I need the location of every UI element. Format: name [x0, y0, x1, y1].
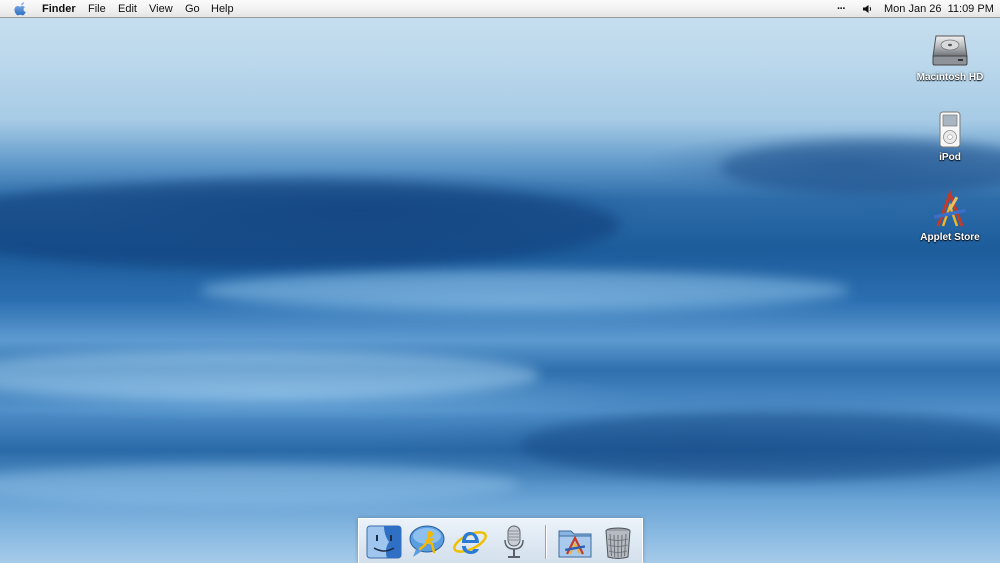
menu-clock[interactable]: Mon Jan 26 11:09 PM: [884, 2, 994, 16]
desktop-icon-applet-store[interactable]: Applet Store: [905, 189, 995, 243]
desktop-icon-label: iPod: [939, 152, 961, 163]
desktop-icon-label: Macintosh HD: [916, 72, 984, 83]
dock-item-finder[interactable]: [365, 523, 403, 561]
menu-edit[interactable]: Edit: [118, 2, 137, 16]
apple-logo-icon[interactable]: [14, 2, 28, 16]
dock-item-internet-explorer[interactable]: [451, 523, 489, 561]
desktop-icon-label: Applet Store: [920, 232, 980, 243]
hard-drive-icon: [930, 30, 970, 70]
desktop-icon-ipod[interactable]: iPod: [905, 110, 995, 163]
dock-separator: [545, 525, 547, 559]
wallpaper-wave: [200, 270, 850, 310]
microphone-icon: [504, 525, 524, 558]
dock-item-trash[interactable]: [599, 523, 637, 561]
ipod-icon: [930, 110, 970, 150]
desktop-background: [0, 0, 1000, 563]
internet-explorer-icon: [453, 531, 487, 554]
dock: [358, 518, 643, 563]
menu-app-name[interactable]: Finder: [42, 2, 76, 16]
dock-item-speech[interactable]: [495, 523, 533, 561]
ichat-bubble-icon: [409, 525, 445, 557]
applications-a-icon: [930, 189, 970, 230]
finder-face-icon: [366, 525, 402, 559]
dock-item-ichat[interactable]: [408, 523, 446, 561]
wallpaper-wave: [0, 350, 540, 400]
menu-help[interactable]: Help: [211, 2, 234, 16]
speaker-icon[interactable]: [862, 4, 873, 14]
dock-item-applications[interactable]: [556, 523, 594, 561]
applications-folder-icon: [558, 530, 592, 558]
trash-can-icon: [605, 527, 631, 559]
menu-go[interactable]: Go: [185, 2, 200, 16]
menu-view[interactable]: View: [149, 2, 173, 16]
desktop-icon-macintosh-hd[interactable]: Macintosh HD: [905, 30, 995, 83]
menu-extras-overflow[interactable]: ···: [837, 2, 846, 16]
menu-bar: Finder File Edit View Go Help ··· Mon Ja…: [0, 0, 1000, 18]
menu-file[interactable]: File: [88, 2, 106, 16]
wallpaper-wave: [0, 180, 620, 270]
wallpaper-wave: [0, 465, 520, 505]
wallpaper-wave: [520, 410, 1000, 480]
